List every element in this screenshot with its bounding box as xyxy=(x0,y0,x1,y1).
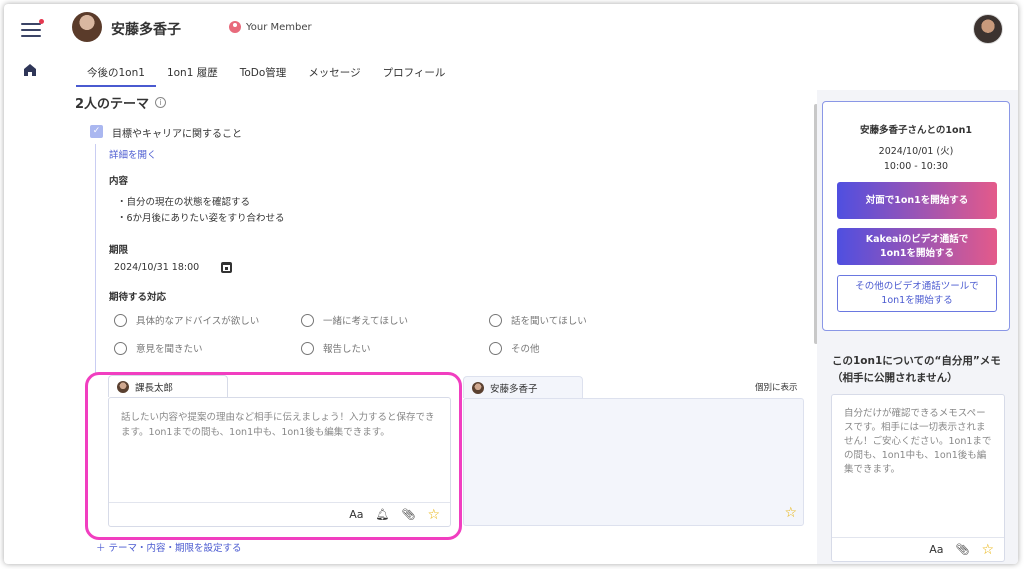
self-memo-placeholder[interactable]: 自分だけが確認できるメモスペースです。相手には一切表示されません！ご安心ください… xyxy=(844,407,992,477)
home-icon[interactable] xyxy=(23,63,37,77)
attach-icon[interactable]: 📎︎ xyxy=(955,543,969,556)
text-format-icon[interactable]: Aa xyxy=(929,543,943,556)
option-advice[interactable]: 具体的なアドバイスが欲しい xyxy=(114,313,259,327)
start-video-line2: 1on1を開始する xyxy=(879,247,954,259)
attach-icon[interactable]: 📎︎ xyxy=(401,508,415,521)
member-badge: Your Member xyxy=(229,21,312,33)
radio-circle[interactable] xyxy=(489,313,502,327)
self-memo-title: この1on1についての“自分用”メモ （相手に公開されません） xyxy=(832,353,1012,387)
content-item: ・6か月後にありたい姿をすり合わせる xyxy=(117,213,285,224)
calendar-icon[interactable] xyxy=(221,262,233,273)
star-icon[interactable]: ☆ xyxy=(784,505,797,521)
start-video-line1: Kakeaiのビデオ通話で xyxy=(865,233,969,245)
expected-label: 期待する対応 xyxy=(109,292,167,303)
option-label: 一緒に考えてほしい xyxy=(323,316,409,327)
start-face-button[interactable]: 対面で1on1を開始する xyxy=(837,182,997,219)
person-icon xyxy=(229,21,241,33)
topic-checkbox[interactable]: ✓ xyxy=(90,125,103,138)
member-name: 安藤多香子 xyxy=(111,22,181,38)
option-label: 具体的なアドバイスが欲しい xyxy=(136,316,260,327)
radio-circle[interactable] xyxy=(114,313,127,327)
start-video-button[interactable]: Kakeaiのビデオ通話で 1on1を開始する xyxy=(837,228,997,265)
star-icon[interactable]: ☆ xyxy=(427,507,440,523)
menu-icon[interactable] xyxy=(21,19,44,37)
start-other-tool-button[interactable]: その他のビデオ通話ツールで 1on1を開始する xyxy=(837,275,997,312)
self-memo-toolbar: Aa 📎︎ ☆ xyxy=(832,537,1004,561)
my-memo-box[interactable]: 話したい内容や提案の理由など相手に伝えましょう！入力すると保存できます。1on1… xyxy=(108,397,451,527)
my-memo-toolbar: Aa 🔔︎ 📎︎ ☆ xyxy=(109,502,450,526)
tab-messages[interactable]: メッセージ xyxy=(297,61,371,87)
deadline-label: 期限 xyxy=(109,245,129,256)
radio-circle[interactable] xyxy=(489,341,502,355)
my-memo-tab-label: 課長太郎 xyxy=(135,382,174,394)
member-badge-label: Your Member xyxy=(246,21,312,33)
start-other-line2: 1on1を開始する xyxy=(881,294,953,306)
meeting-time: 10:00 - 10:30 xyxy=(883,161,949,172)
tab-history[interactable]: 1on1 履歴 xyxy=(156,61,229,87)
start-other-line1: その他のビデオ通話ツールで xyxy=(855,280,979,292)
self-memo-box[interactable]: 自分だけが確認できるメモスペースです。相手には一切表示されません！ご安心ください… xyxy=(831,394,1005,562)
option-opinion[interactable]: 意見を聞きたい xyxy=(114,341,203,355)
content-item: ・自分の現在の状態を確認する xyxy=(117,197,251,208)
topic-connector xyxy=(95,144,96,374)
star-icon[interactable]: ☆ xyxy=(981,542,994,558)
small-avatar xyxy=(117,380,129,393)
radio-circle[interactable] xyxy=(301,313,314,327)
tab-todo[interactable]: ToDo管理 xyxy=(229,61,298,87)
other-memo-box: ☆ xyxy=(463,398,804,526)
option-label: その他 xyxy=(511,344,540,355)
tab-profile[interactable]: プロフィール xyxy=(372,61,457,87)
option-other[interactable]: その他 xyxy=(489,341,540,355)
section-title-text: 2人のテーマ xyxy=(75,97,150,112)
option-listen[interactable]: 話を聞いてほしい xyxy=(489,313,587,327)
bell-icon[interactable]: 🔔︎ xyxy=(376,508,390,521)
topic-label: 目標やキャリアに関すること xyxy=(112,129,242,140)
my-avatar[interactable] xyxy=(973,14,1003,44)
my-memo-placeholder[interactable]: 話したい内容や提案の理由など相手に伝えましょう！入力すると保存できます。1on1… xyxy=(121,410,438,440)
other-memo-tab-label: 安藤多香子 xyxy=(490,383,538,395)
my-memo-tab[interactable]: 課長太郎 xyxy=(108,375,228,397)
section-title: 2人のテーマ i xyxy=(75,93,167,112)
notification-dot xyxy=(39,19,44,24)
option-think-together[interactable]: 一緒に考えてほしい xyxy=(301,313,408,327)
app-window: 安藤多香子 Your Member 今後の1on1 1on1 履歴 ToDo管理… xyxy=(4,4,1018,564)
details-link[interactable]: 詳細を開く xyxy=(109,147,157,161)
text-format-icon[interactable]: Aa xyxy=(349,508,363,521)
tab-upcoming[interactable]: 今後の1on1 xyxy=(76,61,156,87)
meeting-datetime: 2024/10/01 (火) 10:00 - 10:30 xyxy=(823,144,1009,174)
option-label: 意見を聞きたい xyxy=(136,344,203,355)
radio-circle[interactable] xyxy=(301,341,314,355)
member-avatar xyxy=(72,12,102,42)
option-report[interactable]: 報告したい xyxy=(301,341,371,355)
meeting-date: 2024/10/01 (火) xyxy=(878,146,954,157)
individual-view-link[interactable]: 個別に表示 xyxy=(755,381,798,393)
self-memo-title-line1: この1on1についての“自分用”メモ xyxy=(832,355,1001,367)
radio-circle[interactable] xyxy=(114,341,127,355)
tab-bar: 今後の1on1 1on1 履歴 ToDo管理 メッセージ プロフィール xyxy=(76,61,456,87)
small-avatar xyxy=(472,381,484,394)
option-label: 話を聞いてほしい xyxy=(511,316,587,327)
meeting-title: 安藤多香子さんとの1on1 xyxy=(860,125,972,136)
content-label: 内容 xyxy=(109,176,129,187)
deadline-value: 2024/10/31 18:00 xyxy=(114,262,200,273)
option-label: 報告したい xyxy=(323,344,371,355)
deadline-field[interactable]: 2024/10/31 18:00 xyxy=(114,262,233,273)
self-memo-title-line2: （相手に公開されません） xyxy=(832,372,958,384)
meeting-card: 安藤多香子さんとの1on1 2024/10/01 (火) 10:00 - 10:… xyxy=(822,101,1010,331)
info-icon[interactable]: i xyxy=(155,97,167,108)
add-theme-link[interactable]: ＋ テーマ・内容・期限を設定する xyxy=(96,540,242,554)
other-memo-tab[interactable]: 安藤多香子 xyxy=(463,376,583,398)
